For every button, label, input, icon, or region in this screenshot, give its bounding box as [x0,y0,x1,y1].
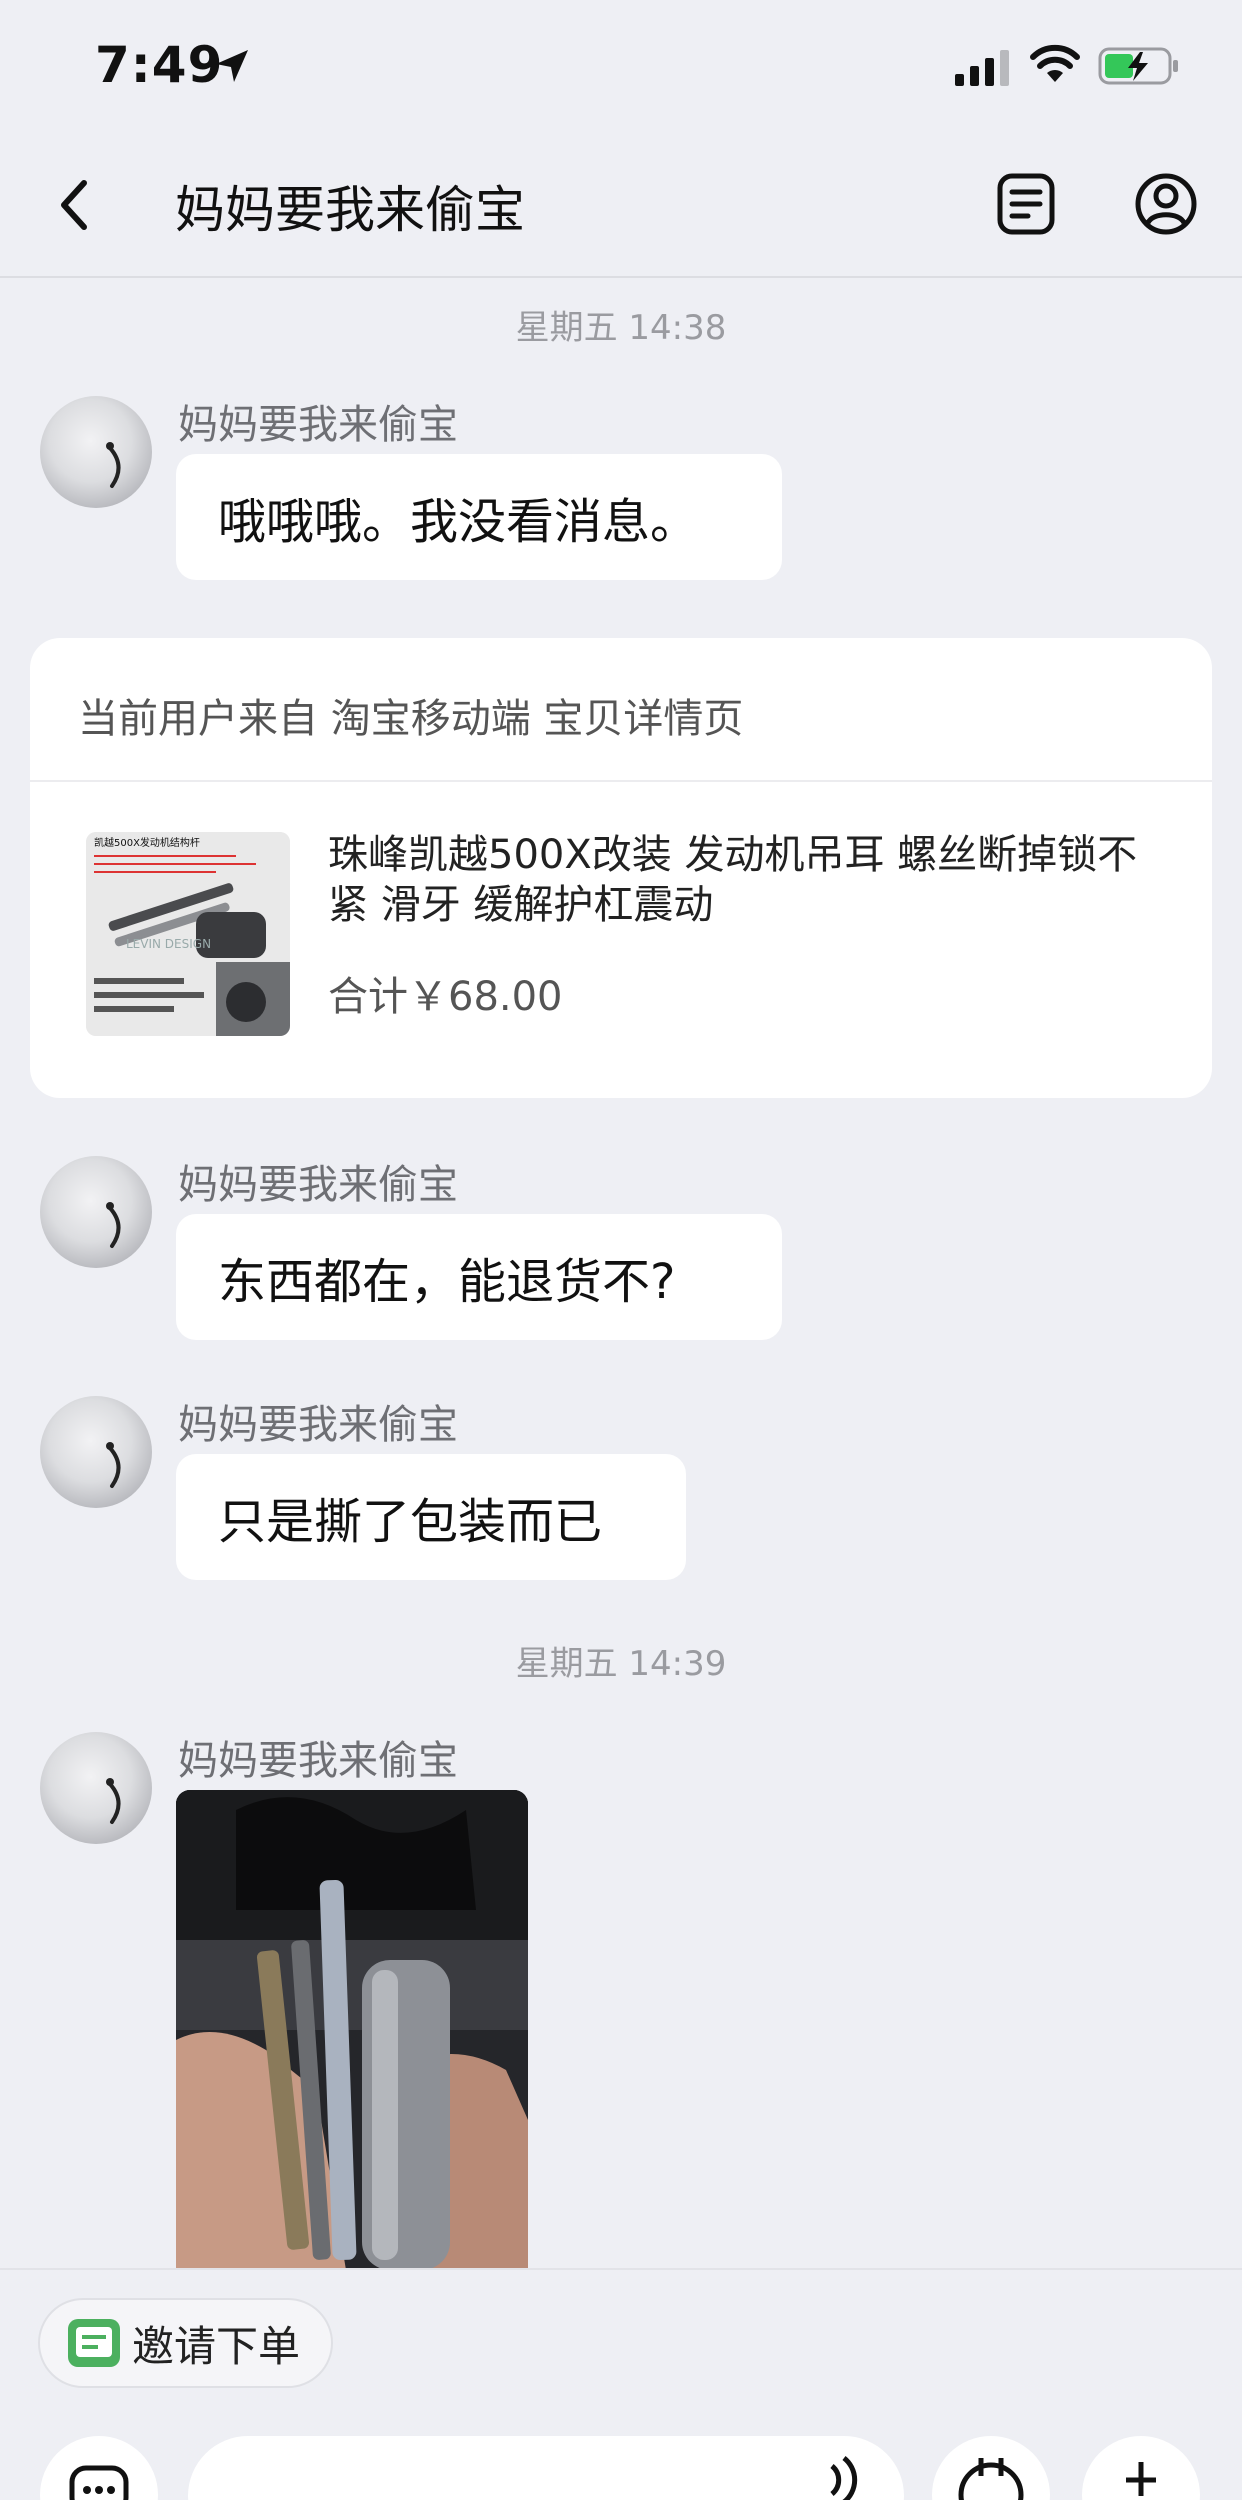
battery-charging-icon [1098,47,1178,85]
avatar-face-icon [106,1778,121,1824]
quick-reply-button[interactable] [40,2436,158,2500]
sender-name: 妈妈要我来偷宝 [178,1738,458,1784]
status-time: 7:49 [95,36,224,94]
location-arrow-icon [216,50,248,82]
message-photo[interactable] [176,1790,528,2270]
card-divider [30,780,1212,782]
message-bubble[interactable]: 只是撕了包装而已 [176,1454,686,1580]
avatar-face-icon [106,442,121,488]
avatar[interactable] [40,396,152,508]
thumb-logo: LEVIN DESIGN [126,937,211,951]
card-source-text: 当前用户来自 淘宝移动端 宝贝详情页 [78,696,744,742]
voice-icon [830,2456,858,2500]
more-button[interactable] [1082,2436,1200,2500]
timestamp: 星期五 14:38 [515,308,727,348]
chat-title: 妈妈要我来偷宝 [175,181,525,239]
sender-name: 妈妈要我来偷宝 [178,1162,458,1208]
avatar-face-icon [106,1442,121,1488]
timestamp: 星期五 14:39 [515,1644,727,1684]
avatar[interactable] [40,1732,152,1844]
cellular-signal-icon [955,50,1009,86]
sender-name: 妈妈要我来偷宝 [178,1402,458,1448]
avatar-face-icon [106,1202,121,1248]
plus-icon [1126,2462,1156,2496]
product-card[interactable]: 当前用户来自 淘宝移动端 宝贝详情页 凯越500X发动机结构杆 LEVIN DE… [30,638,1212,1098]
chat-bubble-icon [69,2465,129,2500]
product-image-icon: 凯越500X发动机结构杆 LEVIN DESIGN [86,832,290,1036]
emoji-button[interactable] [932,2436,1050,2500]
invite-order-button[interactable]: 邀请下单 [38,2298,333,2388]
message-input[interactable] [188,2436,904,2500]
invite-order-label: 邀请下单 [132,2321,301,2371]
product-price: 合计￥68.00 [328,974,563,1020]
invite-order-icon [68,2319,120,2367]
sender-name: 妈妈要我来偷宝 [178,402,458,448]
back-arrow-icon[interactable] [50,175,100,235]
avatar[interactable] [40,1156,152,1268]
emoji-icon [958,2458,1024,2500]
product-title: 珠峰凯越500X改装 发动机吊耳 螺丝断掉锁不紧 滑牙 缓解护杠震动 [328,832,1138,928]
user-profile-icon[interactable] [1134,172,1198,236]
product-thumbnail[interactable]: 凯越500X发动机结构杆 LEVIN DESIGN [86,832,290,1036]
message-bubble[interactable]: 东西都在，能退货不? [176,1214,782,1340]
message-bubble[interactable]: 哦哦哦。我没看消息。 [176,454,782,580]
order-list-icon[interactable] [996,172,1056,236]
thumb-caption: 凯越500X发动机结构杆 [94,836,200,849]
photo-image-icon [176,1790,528,2270]
wifi-icon [1030,44,1080,82]
avatar[interactable] [40,1396,152,1508]
